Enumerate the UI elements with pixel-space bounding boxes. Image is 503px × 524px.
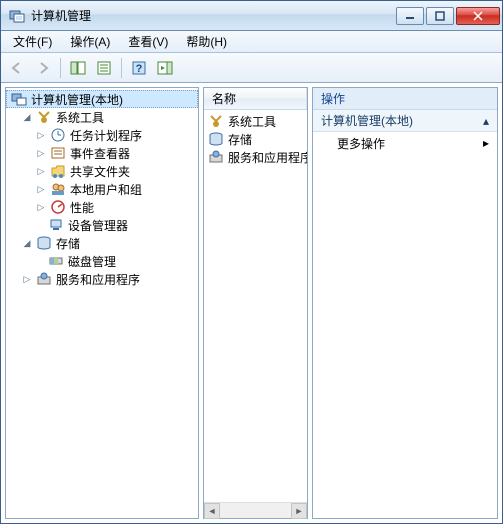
window-title-text: 计算机管理 bbox=[31, 7, 91, 24]
tree-local-users[interactable]: ▷ 本地用户和组 bbox=[6, 180, 198, 198]
tree-label: 共享文件夹 bbox=[70, 163, 130, 180]
tree-label: 磁盘管理 bbox=[68, 253, 116, 270]
maximize-button[interactable] bbox=[426, 7, 454, 25]
tools-icon bbox=[208, 113, 224, 129]
minimize-button[interactable] bbox=[396, 7, 424, 25]
actions-header: 操作 bbox=[313, 88, 497, 110]
window-controls bbox=[396, 7, 500, 25]
app-window: 计算机管理 文件(F) 操作(A) 查看(V) 帮助(H) bbox=[0, 0, 503, 524]
list-header: 名称 bbox=[204, 88, 307, 110]
scroll-right-button[interactable]: ► bbox=[291, 503, 307, 519]
tree-pane: 计算机管理(本地) ◢ 系统工具 ▷ 任务计划程序 bbox=[5, 87, 199, 519]
tree-label: 性能 bbox=[70, 199, 94, 216]
show-hide-tree-button[interactable] bbox=[66, 56, 90, 80]
tree-label: 计算机管理(本地) bbox=[31, 91, 123, 108]
tree-event-viewer[interactable]: ▷ 事件查看器 bbox=[6, 144, 198, 162]
list-label: 存储 bbox=[228, 131, 252, 148]
app-icon bbox=[9, 8, 25, 24]
list-pane: 名称 系统工具 存储 bbox=[203, 87, 308, 519]
list-item-services-apps[interactable]: 服务和应用程序 bbox=[204, 148, 307, 166]
services-icon bbox=[208, 149, 224, 165]
expand-icon[interactable]: ▷ bbox=[22, 274, 32, 284]
list-body: 系统工具 存储 服务和应用程序 bbox=[204, 110, 307, 502]
toolbar-separator bbox=[121, 58, 122, 78]
list-item-storage[interactable]: 存储 bbox=[204, 130, 307, 148]
horizontal-scrollbar[interactable]: ◄ ► bbox=[204, 502, 307, 518]
tree-task-scheduler[interactable]: ▷ 任务计划程序 bbox=[6, 126, 198, 144]
svg-text:?: ? bbox=[136, 63, 143, 75]
tree-label: 系统工具 bbox=[56, 109, 104, 126]
event-icon bbox=[50, 145, 66, 161]
tree-shared-folders[interactable]: ▷ 共享文件夹 bbox=[6, 162, 198, 180]
expand-icon[interactable]: ▷ bbox=[36, 166, 46, 176]
actions-more[interactable]: 更多操作 ▸ bbox=[313, 132, 497, 154]
tree-label: 事件查看器 bbox=[70, 145, 130, 162]
list-item-system-tools[interactable]: 系统工具 bbox=[204, 112, 307, 130]
performance-icon bbox=[50, 199, 66, 215]
menubar: 文件(F) 操作(A) 查看(V) 帮助(H) bbox=[1, 31, 502, 53]
users-icon bbox=[50, 181, 66, 197]
expand-icon[interactable]: ▷ bbox=[36, 130, 46, 140]
back-button[interactable] bbox=[5, 56, 29, 80]
shared-folder-icon bbox=[50, 163, 66, 179]
services-icon bbox=[36, 271, 52, 287]
forward-button[interactable] bbox=[31, 56, 55, 80]
tree-label: 任务计划程序 bbox=[70, 127, 142, 144]
action-pane-button[interactable] bbox=[153, 56, 177, 80]
window-title: 计算机管理 bbox=[9, 7, 396, 24]
menu-help[interactable]: 帮助(H) bbox=[178, 31, 235, 52]
tree-label: 本地用户和组 bbox=[70, 181, 142, 198]
tree-disk-mgmt[interactable]: 磁盘管理 bbox=[6, 252, 198, 270]
tools-icon bbox=[36, 109, 52, 125]
collapse-icon[interactable]: ◢ bbox=[22, 112, 32, 122]
actions-section-label: 计算机管理(本地) bbox=[321, 112, 413, 129]
list-label: 服务和应用程序 bbox=[228, 149, 307, 166]
tree-label: 设备管理器 bbox=[68, 217, 128, 234]
help-button[interactable]: ? bbox=[127, 56, 151, 80]
scroll-track[interactable] bbox=[220, 503, 291, 518]
expand-icon[interactable]: ▷ bbox=[36, 184, 46, 194]
list-label: 系统工具 bbox=[228, 113, 276, 130]
tree-root[interactable]: 计算机管理(本地) bbox=[6, 90, 198, 108]
tree-device-manager[interactable]: 设备管理器 bbox=[6, 216, 198, 234]
actions-pane: 操作 计算机管理(本地) ▴ 更多操作 ▸ bbox=[312, 87, 498, 519]
storage-icon bbox=[208, 131, 224, 147]
collapse-icon: ▴ bbox=[483, 114, 489, 128]
computer-mgmt-icon bbox=[11, 91, 27, 107]
submenu-arrow-icon: ▸ bbox=[483, 136, 489, 150]
close-button[interactable] bbox=[456, 7, 500, 25]
expand-icon[interactable]: ▷ bbox=[36, 148, 46, 158]
tree-system-tools[interactable]: ◢ 系统工具 bbox=[6, 108, 198, 126]
tree-label: 存储 bbox=[56, 235, 80, 252]
menu-view[interactable]: 查看(V) bbox=[120, 31, 176, 52]
menu-file[interactable]: 文件(F) bbox=[5, 31, 60, 52]
tree-performance[interactable]: ▷ 性能 bbox=[6, 198, 198, 216]
storage-icon bbox=[36, 235, 52, 251]
clock-icon bbox=[50, 127, 66, 143]
content-area: 计算机管理(本地) ◢ 系统工具 ▷ 任务计划程序 bbox=[1, 83, 502, 523]
menu-action[interactable]: 操作(A) bbox=[62, 31, 118, 52]
scroll-left-button[interactable]: ◄ bbox=[204, 503, 220, 519]
titlebar: 计算机管理 bbox=[1, 1, 502, 31]
expand-icon[interactable]: ▷ bbox=[36, 202, 46, 212]
tree-services-apps[interactable]: ▷ 服务和应用程序 bbox=[6, 270, 198, 288]
column-name[interactable]: 名称 bbox=[204, 88, 307, 109]
tree-storage[interactable]: ◢ 存储 bbox=[6, 234, 198, 252]
collapse-icon[interactable]: ◢ bbox=[22, 238, 32, 248]
properties-button[interactable] bbox=[92, 56, 116, 80]
actions-section[interactable]: 计算机管理(本地) ▴ bbox=[313, 110, 497, 132]
device-icon bbox=[48, 217, 64, 233]
toolbar-separator bbox=[60, 58, 61, 78]
toolbar: ? bbox=[1, 53, 502, 83]
tree-label: 服务和应用程序 bbox=[56, 271, 140, 288]
disk-icon bbox=[48, 253, 64, 269]
tree-body: 计算机管理(本地) ◢ 系统工具 ▷ 任务计划程序 bbox=[6, 88, 198, 518]
actions-more-label: 更多操作 bbox=[337, 135, 385, 152]
